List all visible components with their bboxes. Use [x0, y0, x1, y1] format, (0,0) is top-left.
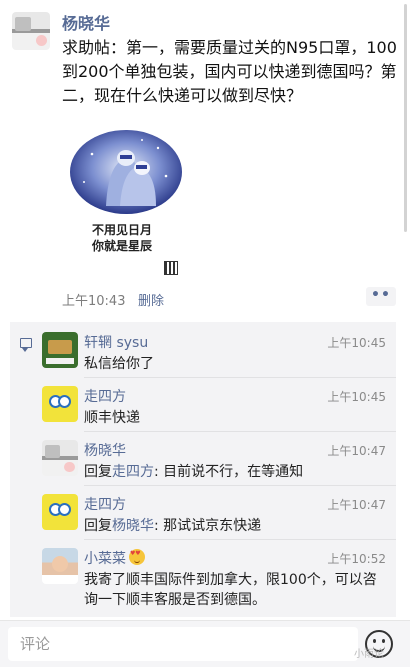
commenter-avatar[interactable] [42, 494, 78, 530]
commenter-name[interactable]: 小菜菜 [84, 548, 145, 568]
comment-divider [84, 431, 396, 432]
comment-input[interactable]: 评论 [8, 627, 358, 661]
comment-section: 轩辋 sysu 上午10:45 私信给你了 走四方 上午10:45 顺丰快递 杨… [10, 322, 396, 617]
comment-text: 回复走四方: 目前说不行，在等通知 [84, 462, 384, 482]
commenter-avatar[interactable] [42, 548, 78, 584]
author-name[interactable]: 杨晓华 [62, 10, 110, 34]
reply-prefix: 回复 [84, 518, 112, 534]
commenter-name[interactable]: 走四方 [84, 386, 126, 406]
post-text: 求助帖：第一，需要质量过关的N95口罩，100到200个单独包装，国内可以快递到… [62, 38, 397, 105]
commenter-name[interactable]: 走四方 [84, 494, 126, 514]
comment-time: 上午10:45 [327, 390, 386, 404]
comment-text: 回复杨晓华: 那试试京东快递 [84, 516, 384, 536]
commenter-name[interactable]: 杨晓华 [84, 440, 126, 460]
comment-time: 上午10:47 [327, 444, 386, 458]
moment-post: 杨晓华 求助帖：第一，需要质量过关的N95口罩，100到200个单独包装，国内可… [0, 0, 410, 318]
more-actions-button[interactable]: •• [366, 287, 396, 306]
nurses-illustration [70, 130, 182, 214]
commenter-avatar[interactable] [42, 386, 78, 422]
reply-to-name[interactable]: 走四方 [112, 464, 154, 480]
commenter-avatar[interactable] [42, 440, 78, 476]
post-time: 上午10:43 [62, 294, 126, 309]
reply-to-name[interactable]: 杨晓华 [112, 518, 154, 534]
reply-text: : 那试试京东快递 [154, 518, 262, 534]
author-avatar[interactable] [12, 12, 50, 50]
comment-input-bar: 评论 [0, 620, 410, 667]
qr-code-icon [164, 261, 178, 275]
comment-divider [84, 377, 396, 378]
comment-divider [84, 485, 396, 486]
comment-divider [84, 539, 396, 540]
comment-text: 我寄了顺丰国际件到加拿大，限100个，可以咨询一下顺丰客服是否到德国。 [84, 572, 377, 608]
commenter-avatar[interactable] [42, 332, 78, 368]
reply-text: : 目前说不行，在等通知 [154, 464, 304, 480]
comment-text: 私信给你了 [84, 356, 154, 372]
comment-time: 上午10:45 [327, 336, 386, 350]
comment-icon [20, 338, 32, 352]
reply-prefix: 回复 [84, 464, 112, 480]
watermark-text: 小雨论 [354, 649, 384, 660]
heart-eyes-emoji-icon [129, 549, 145, 565]
comment-time: 上午10:47 [327, 498, 386, 512]
commenter-name[interactable]: 轩辋 sysu [84, 332, 148, 352]
image-caption: 不用见日月 你就是星辰 [92, 223, 153, 253]
delete-link[interactable]: 删除 [138, 290, 164, 309]
comment-time: 上午10:52 [327, 552, 386, 566]
post-image[interactable]: 不用见日月 你就是星辰 [62, 124, 196, 284]
comment-text: 顺丰快递 [84, 410, 140, 426]
